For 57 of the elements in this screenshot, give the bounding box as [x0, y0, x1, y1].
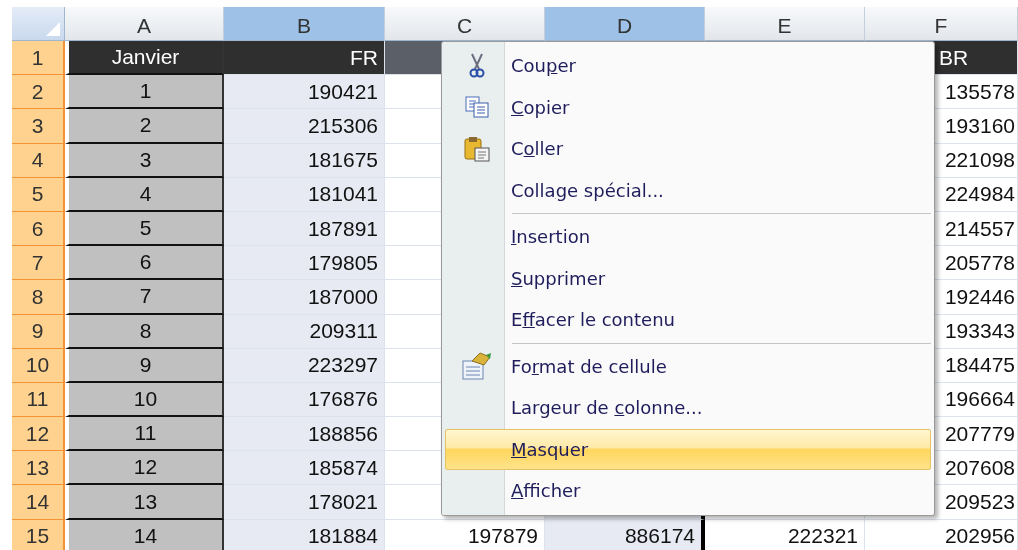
scissors-icon — [469, 52, 485, 79]
table-cell: 176876 — [224, 382, 385, 418]
table-cell: 181884 — [224, 519, 385, 550]
table-cell: 4 — [65, 177, 224, 212]
row-header[interactable]: 13 — [12, 451, 65, 486]
table-cell: 3 — [65, 143, 224, 178]
row-header[interactable]: 1 — [12, 41, 65, 76]
row-header[interactable]: 9 — [12, 314, 65, 349]
table-cell: 178021 — [224, 485, 385, 520]
table-cell: 223297 — [224, 348, 385, 383]
table-cell: 6 — [65, 246, 224, 281]
table-cell: 886174 — [545, 519, 705, 550]
clipboard-icon — [464, 135, 490, 162]
table-cell: 209311 — [224, 314, 385, 349]
row-header[interactable]: 5 — [12, 177, 65, 212]
row-header[interactable]: 2 — [12, 75, 65, 110]
table-cell: 179805 — [224, 246, 385, 281]
table-cell: 5 — [65, 211, 224, 247]
row-header[interactable]: 15 — [12, 519, 65, 550]
table-cell: 190421 — [224, 75, 385, 110]
row-header[interactable]: 12 — [12, 417, 65, 452]
table-cell: 10 — [65, 382, 224, 418]
table-cell: 187000 — [224, 280, 385, 315]
table-cell: 181675 — [224, 143, 385, 178]
table-cell: 7 — [65, 280, 224, 315]
table-cell: 13 — [65, 485, 224, 520]
column-header[interactable]: C — [385, 7, 545, 41]
table-cell: 2 — [65, 109, 224, 144]
table-cell: FR — [224, 41, 385, 76]
select-all-button[interactable] — [12, 7, 65, 41]
column-header[interactable]: E — [705, 7, 865, 41]
table-cell: 187891 — [224, 211, 385, 247]
table-cell: 12 — [65, 451, 224, 486]
column-header[interactable]: D — [545, 7, 705, 41]
table-cell: 8 — [65, 314, 224, 349]
column-header[interactable]: F — [865, 7, 1018, 41]
row-header[interactable]: 8 — [12, 280, 65, 315]
row-header[interactable]: 11 — [12, 382, 65, 418]
row-header[interactable]: 7 — [12, 246, 65, 281]
table-cell: 11 — [65, 417, 224, 452]
table-cell: 185874 — [224, 451, 385, 486]
column-header[interactable]: A — [65, 7, 224, 41]
row-header[interactable]: 3 — [12, 109, 65, 144]
table-cell: 188856 — [224, 417, 385, 452]
table-cell: Janvier — [65, 41, 224, 76]
row-header[interactable]: 14 — [12, 485, 65, 520]
table-cell: 1 — [65, 75, 224, 110]
table-cell: 215306 — [224, 109, 385, 144]
table-cell: 181041 — [224, 177, 385, 212]
menu-item[interactable]: Masquer — [445, 428, 931, 470]
column-header[interactable]: B — [224, 7, 385, 41]
row-header[interactable]: 10 — [12, 348, 65, 383]
table-cell: 9 — [65, 348, 224, 383]
row-header[interactable]: 6 — [12, 211, 65, 247]
copy-icon — [465, 96, 489, 119]
row-header[interactable]: 4 — [12, 143, 65, 178]
format-cells-icon — [462, 352, 492, 381]
